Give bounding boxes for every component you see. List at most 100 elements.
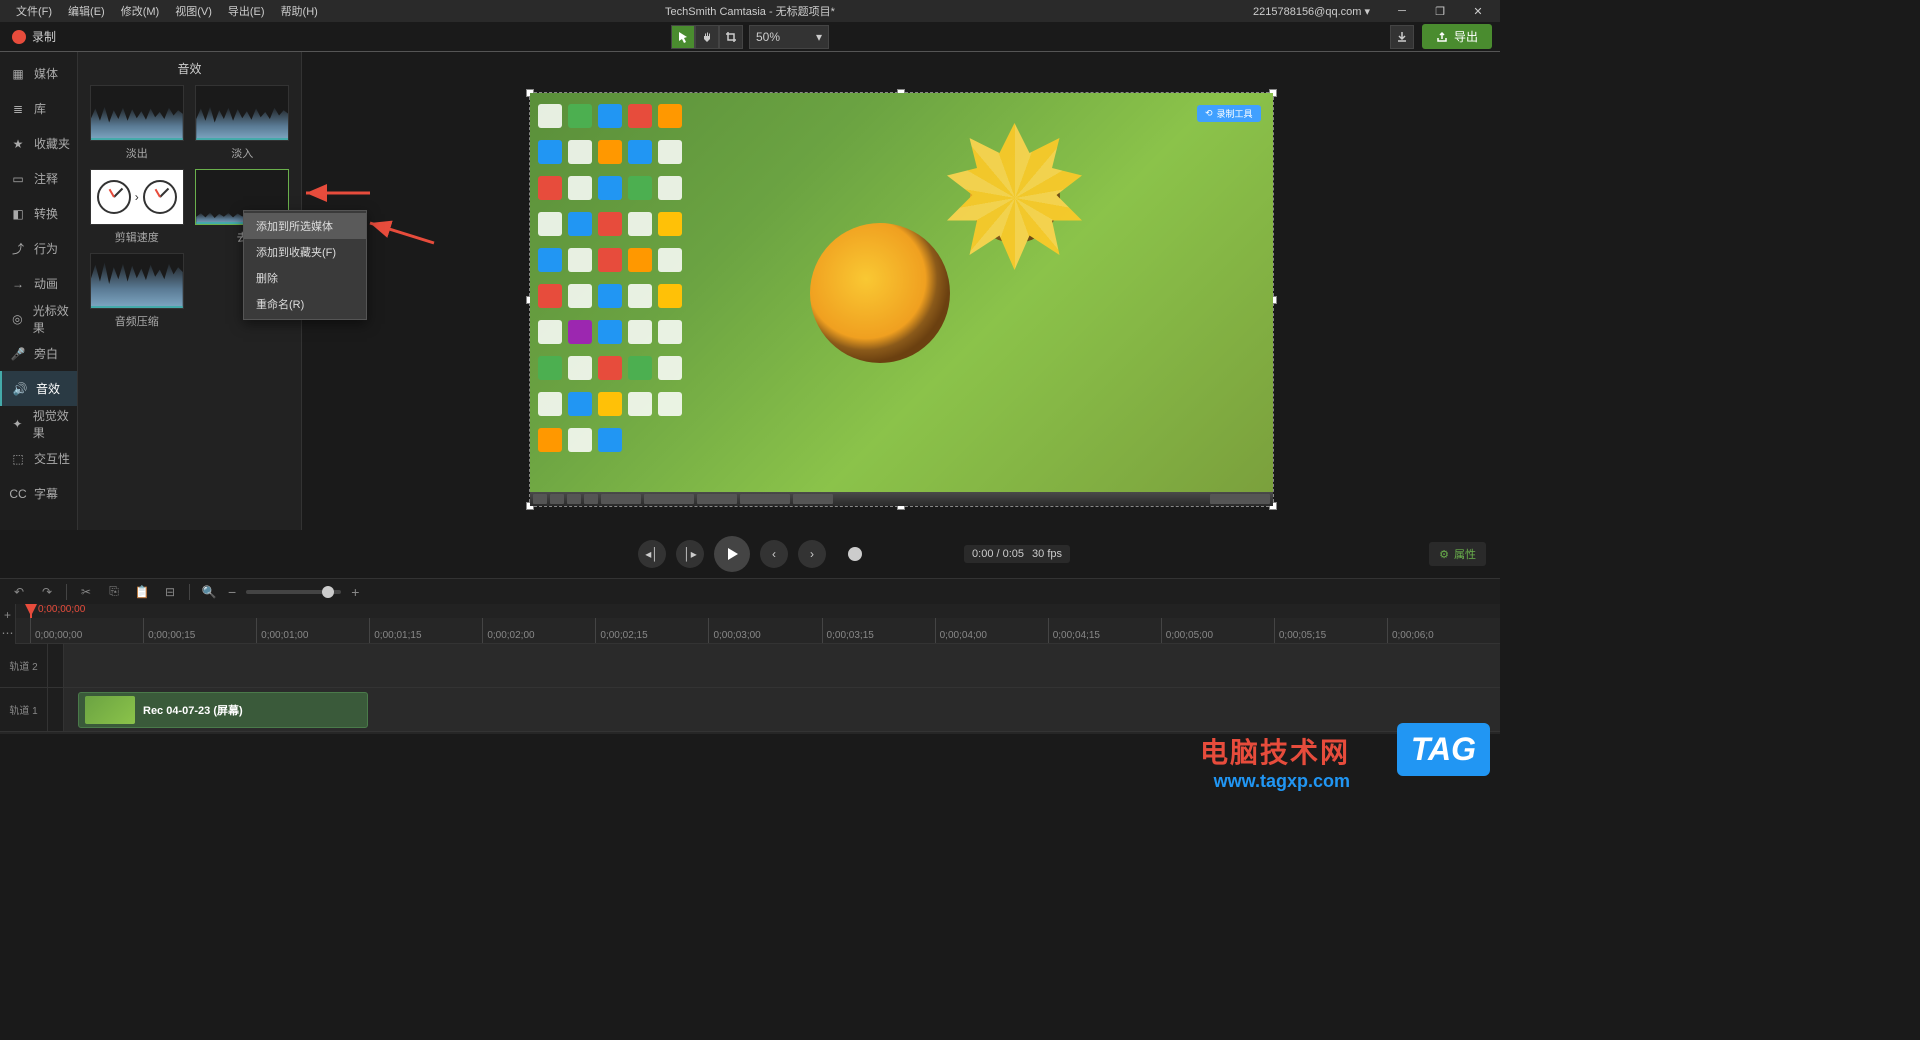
animation-icon: →: [10, 276, 26, 292]
sunflower-image: [810, 223, 950, 363]
watermark-title: 电脑技术网: [1200, 731, 1350, 771]
sidebar-interactivity[interactable]: ⬚交互性: [0, 441, 77, 476]
sidebar-cursor-effects[interactable]: ◎光标效果: [0, 301, 77, 336]
step-fwd-button[interactable]: ‹: [760, 540, 788, 568]
tool-select[interactable]: [671, 25, 695, 49]
prev-frame-button[interactable]: ◂│: [638, 540, 666, 568]
menu-export[interactable]: 导出(E): [220, 0, 273, 22]
ctx-delete[interactable]: 删除: [244, 265, 366, 291]
sidebar-annotations[interactable]: ▭注释: [0, 161, 77, 196]
record-label: 录制: [32, 28, 56, 45]
paste-button[interactable]: 📋: [133, 583, 151, 601]
undo-button[interactable]: ↶: [10, 583, 28, 601]
window-minimize[interactable]: ─: [1384, 0, 1420, 22]
track-options-button[interactable]: ⋯: [2, 626, 14, 640]
step-back-button[interactable]: │▸: [676, 540, 704, 568]
marker-button[interactable]: [848, 547, 862, 561]
track-1-label[interactable]: 轨道 1: [0, 688, 48, 731]
zoom-tool[interactable]: 🔍: [200, 583, 218, 601]
menu-view[interactable]: 视图(V): [167, 0, 220, 22]
track-2-label[interactable]: 轨道 2: [0, 644, 48, 687]
zoom-slider[interactable]: [246, 590, 341, 594]
window-title: TechSmith Camtasia - 无标题项目*: [665, 3, 835, 19]
behavior-icon: ⤴: [10, 241, 26, 257]
sidebar-animations[interactable]: →动画: [0, 266, 77, 301]
timeline: + ⋯ 0;00;00;00 0;00;00;00 0;00;00;15 0;0…: [0, 604, 1500, 734]
annotation-icon: ▭: [10, 171, 26, 187]
sunflower-image-2: [970, 153, 1060, 243]
tool-pan[interactable]: [695, 25, 719, 49]
audio-icon: 🔊: [12, 381, 28, 397]
track-2: 轨道 2: [0, 644, 1500, 688]
canvas-preview: ⟲录制工具: [530, 93, 1273, 506]
cursor-icon: ◎: [10, 311, 25, 327]
playhead-time: 0;00;00;00: [38, 604, 85, 615]
effect-clip-speed[interactable]: ›剪辑速度: [88, 169, 186, 245]
ctx-rename[interactable]: 重命名(R): [244, 291, 366, 317]
menu-modify[interactable]: 修改(M): [113, 0, 168, 22]
desktop-icons: [536, 99, 684, 457]
properties-button[interactable]: ⚙ 属性: [1429, 542, 1486, 566]
menubar: 文件(F) 编辑(E) 修改(M) 视图(V) 导出(E) 帮助(H) Tech…: [0, 0, 1500, 22]
redo-button[interactable]: ↷: [38, 583, 56, 601]
sidebar-transitions[interactable]: ◧转换: [0, 196, 77, 231]
context-menu: 添加到所选媒体 添加到收藏夹(F) 删除 重命名(R): [243, 210, 367, 320]
interact-icon: ⬚: [10, 451, 26, 467]
sidebar-library[interactable]: ≣库: [0, 91, 77, 126]
share-icon: [1436, 31, 1448, 43]
cc-icon: CC: [10, 486, 26, 502]
menu-help[interactable]: 帮助(H): [273, 0, 326, 22]
track-1-body[interactable]: Rec 04-07-23 (屏幕): [64, 688, 1500, 731]
preview-taskbar: [530, 492, 1273, 506]
user-account[interactable]: 2215788156@qq.com ▾: [1253, 5, 1370, 18]
window-maximize[interactable]: ❐: [1422, 0, 1458, 22]
sidebar-voiceover[interactable]: 🎤旁白: [0, 336, 77, 371]
effect-fade-out[interactable]: 淡出: [88, 85, 186, 161]
sidebar-captions[interactable]: CC字幕: [0, 476, 77, 511]
sidebar-media[interactable]: ▦媒体: [0, 56, 77, 91]
playback-time: 0:00 / 0:05 30 fps: [964, 545, 1070, 563]
ctx-add-to-favorites[interactable]: 添加到收藏夹(F): [244, 239, 366, 265]
split-button[interactable]: ⊟: [161, 583, 179, 601]
add-track-button[interactable]: +: [4, 608, 11, 622]
play-button[interactable]: [714, 536, 750, 572]
sidebar-audio-effects[interactable]: 🔊音效: [0, 371, 77, 406]
cut-button[interactable]: ✂: [77, 583, 95, 601]
next-frame-button[interactable]: ›: [798, 540, 826, 568]
sidebar-favorites[interactable]: ★收藏夹: [0, 126, 77, 161]
capture-badge: ⟲录制工具: [1197, 105, 1261, 122]
chevron-down-icon: ▾: [816, 30, 822, 44]
sidebar-visual-effects[interactable]: ✦视觉效果: [0, 406, 77, 441]
copy-button[interactable]: ⎘: [105, 583, 123, 601]
canvas-area[interactable]: ⟲录制工具: [302, 52, 1500, 530]
mic-icon: 🎤: [10, 346, 26, 362]
zoom-dropdown[interactable]: 50% ▾: [749, 25, 829, 49]
track-controls: + ⋯: [0, 604, 16, 644]
transition-icon: ◧: [10, 206, 26, 222]
watermark: TAG 电脑技术网 www.tagxp.com: [1200, 731, 1480, 792]
canvas-selection[interactable]: ⟲录制工具: [529, 92, 1274, 507]
track-1: 轨道 1 Rec 04-07-23 (屏幕): [0, 688, 1500, 732]
track-2-body[interactable]: [64, 644, 1500, 687]
sidebar: ▦媒体 ≣库 ★收藏夹 ▭注释 ◧转换 ⤴行为 →动画 ◎光标效果 🎤旁白 🔊音…: [0, 52, 78, 530]
timeline-ruler[interactable]: 0;00;00;00 0;00;00;15 0;00;01;00 0;00;01…: [16, 618, 1500, 644]
menu-file[interactable]: 文件(F): [8, 0, 60, 22]
playhead[interactable]: [30, 604, 32, 618]
effect-audio-compression[interactable]: 音频压缩: [88, 253, 186, 329]
zoom-value: 50%: [756, 30, 780, 44]
media-icon: ▦: [10, 66, 26, 82]
library-icon: ≣: [10, 101, 26, 117]
effect-fade-in[interactable]: 淡入: [194, 85, 292, 161]
panel-title: 音效: [78, 52, 301, 85]
download-button[interactable]: [1390, 25, 1414, 49]
timeline-clip[interactable]: Rec 04-07-23 (屏幕): [78, 692, 368, 728]
tool-crop[interactable]: [719, 25, 743, 49]
visual-icon: ✦: [10, 416, 25, 432]
window-close[interactable]: ✕: [1460, 0, 1496, 22]
record-button[interactable]: 录制: [0, 22, 68, 51]
menu-edit[interactable]: 编辑(E): [60, 0, 113, 22]
sidebar-behaviors[interactable]: ⤴行为: [0, 231, 77, 266]
export-button[interactable]: 导出: [1422, 24, 1492, 49]
ctx-add-to-media[interactable]: 添加到所选媒体: [244, 213, 366, 239]
gear-icon: ⚙: [1439, 548, 1449, 561]
